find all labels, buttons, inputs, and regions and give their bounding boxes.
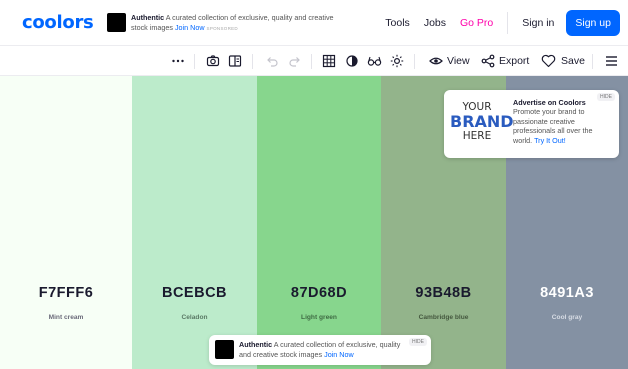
save-button[interactable]: Save [541, 53, 585, 69]
bottom-sponsored-ad[interactable]: Authentic A curated collection of exclus… [209, 335, 431, 365]
eye-icon [429, 57, 443, 65]
glasses-icon[interactable] [367, 53, 382, 69]
contrast-icon[interactable] [345, 53, 359, 69]
ad-text: Authentic A curated collection of exclus… [239, 340, 409, 359]
ad-brand: Authentic [239, 340, 273, 349]
sign-in-link[interactable]: Sign in [522, 17, 554, 29]
sun-icon[interactable] [390, 53, 404, 69]
grid-icon[interactable] [322, 53, 336, 69]
swatch-hex-code[interactable]: 87D68D [257, 285, 381, 301]
view-button[interactable]: View [429, 53, 470, 69]
ad-thumbnail[interactable] [215, 340, 234, 359]
palette-toolbar: View Export Save [0, 46, 628, 76]
ad-brand: Authentic [131, 13, 165, 22]
toolbar-divider [194, 54, 195, 69]
ad-sponsored-label: SPONSORED [206, 25, 238, 31]
nav-divider [507, 12, 509, 34]
nav-tools-link[interactable]: Tools [385, 17, 410, 29]
export-label: Export [499, 55, 530, 67]
toolbar-divider [252, 54, 253, 69]
ad-join-now-link[interactable]: Join Now [324, 350, 354, 359]
heart-icon [541, 54, 556, 68]
try-it-out-link[interactable]: Try It Out! [534, 136, 566, 145]
swatch-color-name: Cool gray [551, 314, 583, 321]
advertise-body: Promote your brand to passionate creativ… [513, 107, 613, 145]
side-panel-icon[interactable] [228, 53, 242, 69]
advertise-card[interactable]: YOUR BRAND HERE Advertise on Coolors Pro… [444, 90, 619, 158]
color-swatch[interactable]: BCEBCB Celadon [132, 76, 257, 369]
swatch-hex-code[interactable]: F7FFF6 [0, 285, 132, 301]
view-label: View [447, 55, 470, 67]
toolbar-divider [592, 54, 593, 69]
save-label: Save [561, 55, 585, 67]
share-icon [481, 54, 495, 68]
hide-ad-button[interactable]: HIDE [409, 338, 427, 346]
export-button[interactable]: Export [481, 53, 529, 69]
swatch-color-name: Mint cream [48, 314, 84, 321]
swatch-hex-code[interactable]: 8491A3 [506, 285, 628, 301]
brand-line-1: YOUR [462, 101, 492, 113]
swatch-hex-code[interactable]: BCEBCB [132, 285, 257, 301]
ad-thumbnail[interactable] [107, 13, 126, 32]
color-swatch[interactable]: 87D68D Light green [257, 76, 381, 369]
ad-text: Authentic A curated collection of exclus… [131, 13, 346, 33]
swatch-hex-code[interactable]: 93B48B [381, 285, 506, 301]
toolbar-divider [414, 54, 415, 69]
hide-ad-button[interactable]: HIDE [597, 93, 615, 101]
brand-line-2: BRAND [450, 111, 514, 131]
swatch-color-name: Celadon [181, 314, 208, 321]
undo-icon[interactable] [265, 53, 279, 69]
your-brand-here-image: YOUR BRAND HERE [450, 97, 514, 151]
top-sponsored-ad[interactable]: Authentic A curated collection of exclus… [107, 12, 347, 34]
coolors-logo[interactable]: coolors [22, 12, 94, 33]
top-navigation: coolors Authentic A curated collection o… [0, 0, 628, 46]
toolbar-divider [311, 54, 312, 69]
swatch-color-name: Cambridge blue [418, 314, 469, 321]
ad-join-now-link[interactable]: Join Now [175, 23, 205, 32]
nav-links: Tools Jobs Go Pro Sign in Sign up [371, 0, 628, 46]
brand-line-3: HERE [462, 129, 492, 142]
sign-up-button[interactable]: Sign up [566, 10, 620, 36]
redo-icon[interactable] [288, 53, 302, 69]
more-options-icon[interactable] [171, 53, 185, 69]
menu-icon[interactable] [605, 53, 618, 69]
swatch-color-name: Light green [301, 314, 337, 321]
nav-jobs-link[interactable]: Jobs [424, 17, 446, 29]
camera-icon[interactable] [206, 53, 220, 69]
color-swatch[interactable]: F7FFF6 Mint cream [0, 76, 132, 369]
nav-go-pro-link[interactable]: Go Pro [460, 17, 493, 29]
advertise-title: Advertise on Coolors [513, 98, 586, 107]
